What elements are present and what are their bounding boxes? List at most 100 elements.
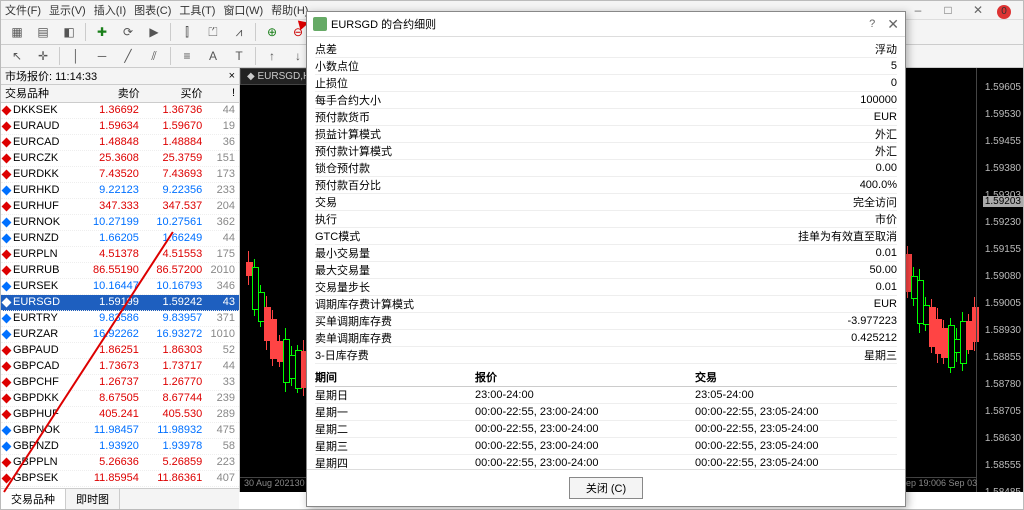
spec-row: 3-日库存费星期三 (315, 347, 897, 364)
menu-tools[interactable]: 工具(T) (179, 2, 215, 18)
text-label-icon[interactable]: T (227, 45, 251, 67)
symbol-row-EURNZD[interactable]: EURNZD 1.66205 1.66249 44 (1, 231, 239, 247)
spec-row: 执行市价 (315, 211, 897, 228)
spec-row: 调期库存费计算模式EUR (315, 296, 897, 313)
price-axis: 1.596051.595301.594551.593801.593031.592… (976, 68, 1023, 492)
menu-view[interactable]: 显示(V) (49, 2, 86, 18)
market-watch-panel: 市场报价: 11:14:33 × 交易品种 卖价 买价 ! DKKSEK 1.3… (1, 68, 240, 492)
symbol-row-GBPAUD[interactable]: GBPAUD 1.86251 1.86303 52 (1, 343, 239, 359)
spec-row: 止损位0 (315, 75, 897, 92)
symbol-row-EURPLN[interactable]: EURPLN 4.51378 4.51553 175 (1, 247, 239, 263)
dialog-title: EURSGD 的合约细则 (331, 16, 436, 32)
dialog-footer: 关闭 (C) (307, 469, 905, 506)
close-button[interactable]: ✕ (963, 1, 993, 19)
panel-close-icon[interactable]: × (229, 70, 235, 82)
spec-row: 预付款百分比400.0% (315, 177, 897, 194)
profiles-icon[interactable]: ▤ (31, 21, 55, 43)
dialog-close-icon[interactable]: ✕ (887, 16, 899, 33)
zoom-in-icon[interactable]: ⊕ (260, 21, 284, 43)
spec-row: 最大交易量50.00 (315, 262, 897, 279)
market-watch-title: 市场报价: 11:14:33 × (1, 68, 239, 85)
menu-window[interactable]: 窗口(W) (223, 2, 263, 18)
col-spread[interactable]: ! (207, 87, 239, 99)
symbol-row-EURSEK[interactable]: EURSEK 10.16447 10.16793 346 (1, 279, 239, 295)
channel-icon[interactable]: ⫽ (142, 45, 166, 67)
menu-insert[interactable]: 插入(I) (94, 2, 126, 18)
spec-row: GTC模式挂单为有效直至取消 (315, 228, 897, 245)
col-bid[interactable]: 卖价 (81, 85, 144, 101)
symbol-row-EURCZK[interactable]: EURCZK 25.3608 25.3759 151 (1, 151, 239, 167)
symbol-row-EURAUD[interactable]: EURAUD 1.59634 1.59670 19 (1, 119, 239, 135)
close-button[interactable]: 关闭 (C) (569, 477, 643, 499)
hline-icon[interactable]: ─ (90, 45, 114, 67)
spec-row: 锁仓预付款0.00 (315, 160, 897, 177)
tab-tick-chart[interactable]: 即时图 (66, 489, 120, 509)
menu-help[interactable]: 帮助(H) (271, 2, 308, 18)
spec-row: 每手合约大小100000 (315, 92, 897, 109)
symbol-row-GBPSEK[interactable]: GBPSEK 11.85954 11.86361 407 (1, 471, 239, 487)
menu-file[interactable]: 文件(F) (5, 2, 41, 18)
dialog-titlebar[interactable]: EURSGD 的合约细则 ? ✕ (307, 12, 905, 37)
session-row: 星期四00:00-22:55, 23:00-24:0000:00-22:55, … (315, 455, 897, 469)
col-symbol[interactable]: 交易品种 (1, 85, 81, 101)
symbol-row-EURRUB[interactable]: EURRUB 86.55190 86.57200 2010 (1, 263, 239, 279)
fibo-icon[interactable]: ≡ (175, 45, 199, 67)
session-row: 星期一00:00-22:55, 23:00-24:0000:00-22:55, … (315, 404, 897, 421)
spec-row: 最小交易量0.01 (315, 245, 897, 262)
symbol-row-GBPNOK[interactable]: GBPNOK 11.98457 11.98932 475 (1, 423, 239, 439)
spec-row: 预付款计算模式外汇 (315, 143, 897, 160)
symbol-row-GBPCAD[interactable]: GBPCAD 1.73673 1.73717 44 (1, 359, 239, 375)
app-window: 文件(F) 显示(V) 插入(I) 图表(C) 工具(T) 窗口(W) 帮助(H… (0, 0, 1024, 510)
metaquotes-icon[interactable]: ⟳ (116, 21, 140, 43)
symbol-row-EURHKD[interactable]: EURHKD 9.22123 9.22356 233 (1, 183, 239, 199)
symbol-row-DKKSEK[interactable]: DKKSEK 1.36692 1.36736 44 (1, 103, 239, 119)
session-row: 星期三00:00-22:55, 23:00-24:0000:00-22:55, … (315, 438, 897, 455)
market-watch-rows: DKKSEK 1.36692 1.36736 44 EURAUD 1.59634… (1, 103, 239, 492)
symbol-row-EURSGD[interactable]: EURSGD 1.59199 1.59242 43 (1, 295, 239, 311)
notification-badge[interactable]: 0 (993, 1, 1023, 19)
dialog-body: 点差浮动小数点位5止损位0每手合约大小100000预付款货币EUR损益计算模式外… (307, 37, 905, 469)
text-icon[interactable]: A (201, 45, 225, 67)
symbol-row-EURZAR[interactable]: EURZAR 16.92262 16.93272 1010 (1, 327, 239, 343)
symbol-row-EURDKK[interactable]: EURDKK 7.43520 7.43693 173 (1, 167, 239, 183)
arrow-up-icon[interactable]: ↑ (260, 45, 284, 67)
sessions-header: 期间 报价 交易 (315, 368, 897, 387)
market-watch-icon[interactable]: ◧ (57, 21, 81, 43)
col-ask[interactable]: 买价 (144, 85, 207, 101)
minimize-button[interactable]: – (903, 1, 933, 19)
trendline-icon[interactable]: ╱ (116, 45, 140, 67)
help-icon[interactable]: ? (869, 18, 875, 30)
symbol-row-GBPHUF[interactable]: GBPHUF 405.241 405.530 289 (1, 407, 239, 423)
crosshair-icon[interactable]: ✛ (31, 45, 55, 67)
cursor-icon[interactable]: ↖ (5, 45, 29, 67)
spec-row: 损益计算模式外汇 (315, 126, 897, 143)
session-row: 星期日23:00-24:0023:05-24:00 (315, 387, 897, 404)
symbol-row-GBPPLN[interactable]: GBPPLN 5.26636 5.26859 223 (1, 455, 239, 471)
bar-chart-icon[interactable]: ⫿ (175, 21, 199, 43)
spec-row: 卖单调期库存费0.425212 (315, 330, 897, 347)
spec-row: 买单调期库存费-3.977223 (315, 313, 897, 330)
autotrade-icon[interactable]: ▶ (142, 21, 166, 43)
symbol-row-EURCAD[interactable]: EURCAD 1.48848 1.48884 36 (1, 135, 239, 151)
symbol-row-EURHUF[interactable]: EURHUF 347.333 347.537 204 (1, 199, 239, 215)
tab-symbols[interactable]: 交易品种 (1, 489, 66, 509)
specification-dialog: EURSGD 的合约细则 ? ✕ 点差浮动小数点位5止损位0每手合约大小1000… (306, 11, 906, 507)
spec-row: 交易完全访问 (315, 194, 897, 211)
spec-row: 小数点位5 (315, 58, 897, 75)
price-current: 1.59203 (983, 196, 1023, 207)
maximize-button[interactable]: □ (933, 1, 963, 19)
new-chart-icon[interactable]: ▦ (5, 21, 29, 43)
market-watch-tabs: 交易品种 即时图 (1, 488, 239, 509)
market-watch-header: 交易品种 卖价 买价 ! (1, 85, 239, 103)
line-chart-icon[interactable]: ⩘ (227, 21, 251, 43)
spec-row: 预付款货币EUR (315, 109, 897, 126)
symbol-row-GBPDKK[interactable]: GBPDKK 8.67505 8.67744 239 (1, 391, 239, 407)
symbol-row-GBPCHF[interactable]: GBPCHF 1.26737 1.26770 33 (1, 375, 239, 391)
session-row: 星期二00:00-22:55, 23:00-24:0000:00-22:55, … (315, 421, 897, 438)
vline-icon[interactable]: │ (64, 45, 88, 67)
symbol-row-EURNOK[interactable]: EURNOK 10.27199 10.27561 362 (1, 215, 239, 231)
menu-chart[interactable]: 图表(C) (134, 2, 171, 18)
spec-row: 点差浮动 (315, 41, 897, 58)
candle-chart-icon[interactable]: ⏍ (201, 21, 225, 43)
new-order-icon[interactable]: ✚ (90, 21, 114, 43)
